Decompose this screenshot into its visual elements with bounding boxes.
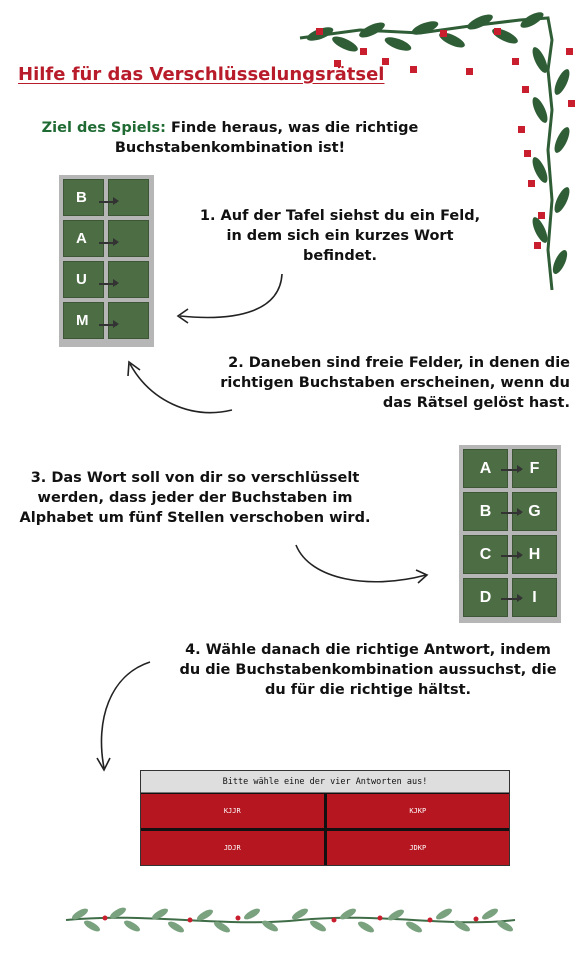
answer-grid: KJJR KJKP JDJR JDKP bbox=[141, 793, 509, 865]
answer-button-4[interactable]: JDKP bbox=[326, 831, 509, 865]
step-4-line: du die Buchstabenkombination aussuchst, … bbox=[179, 662, 557, 678]
board-row: M bbox=[63, 302, 150, 339]
answer-button-2[interactable]: KJKP bbox=[326, 794, 509, 828]
arrow-icon bbox=[501, 552, 523, 558]
board-row: A bbox=[63, 220, 150, 257]
board-row: U bbox=[63, 261, 150, 298]
cipher-example-board: A F B G C H D I bbox=[459, 445, 561, 623]
bottom-garland-decoration bbox=[65, 907, 516, 933]
arrow-icon bbox=[501, 466, 523, 472]
page-title: Hilfe für das Verschlüsselungsrätsel bbox=[18, 64, 385, 85]
word-letter-cell: U bbox=[63, 261, 104, 298]
game-goal: Ziel des Spiels: Finde heraus, was die r… bbox=[20, 118, 440, 158]
step-2-line: richtigen Buchstaben erscheinen, wenn du bbox=[220, 375, 570, 391]
arrow-icon bbox=[99, 239, 119, 245]
step-3-text: 3. Das Wort soll von dir so verschlüssel… bbox=[10, 468, 380, 528]
arrow-icon bbox=[99, 198, 119, 204]
step-3-line: werden, dass jeder der Buchstaben im bbox=[37, 490, 353, 506]
arrow-icon bbox=[99, 280, 119, 286]
step-4-line: 4. Wähle danach die richtige Antwort, in… bbox=[185, 642, 551, 658]
step-3-line: Alphabet um fünf Stellen verschoben wird… bbox=[19, 510, 371, 526]
step-1-line: in dem sich ein kurzes Wort bbox=[226, 228, 454, 244]
step-4-text: 4. Wähle danach die richtige Antwort, in… bbox=[168, 640, 568, 700]
step-2-line: 2. Daneben sind freie Felder, in denen d… bbox=[228, 355, 570, 371]
word-letter-cell: M bbox=[63, 302, 104, 339]
goal-label: Ziel des Spiels: bbox=[41, 120, 166, 136]
step-1-text: 1. Auf der Tafel siehst du ein Feld, in … bbox=[190, 206, 490, 266]
board-row: B bbox=[63, 179, 150, 216]
word-letter-cell: B bbox=[63, 179, 104, 216]
step-4-line: du für die richtige hältst. bbox=[264, 682, 472, 698]
arrow-icon bbox=[99, 321, 119, 327]
answer-button-1[interactable]: KJJR bbox=[141, 794, 324, 828]
step-2-line: das Rätsel gelöst hast. bbox=[382, 395, 570, 411]
goal-text-line1: Finde heraus, was die richtige bbox=[171, 120, 419, 136]
arrow-icon bbox=[501, 509, 523, 515]
step-3-line: 3. Das Wort soll von dir so verschlüssel… bbox=[30, 470, 360, 486]
step-2-text: 2. Daneben sind freie Felder, in denen d… bbox=[200, 353, 570, 413]
word-letter-cell: A bbox=[63, 220, 104, 257]
arrow-icon bbox=[501, 595, 523, 601]
step-1-line: 1. Auf der Tafel siehst du ein Feld, bbox=[199, 208, 481, 224]
step-1-line: befindet. bbox=[303, 248, 377, 264]
answer-prompt: Bitte wähle eine der vier Antworten aus! bbox=[141, 771, 509, 793]
answer-panel: Bitte wähle eine der vier Antworten aus!… bbox=[140, 770, 510, 866]
goal-text-line2: Buchstabenkombination ist! bbox=[114, 140, 346, 156]
word-board: B A U M bbox=[59, 175, 154, 347]
answer-button-3[interactable]: JDJR bbox=[141, 831, 324, 865]
